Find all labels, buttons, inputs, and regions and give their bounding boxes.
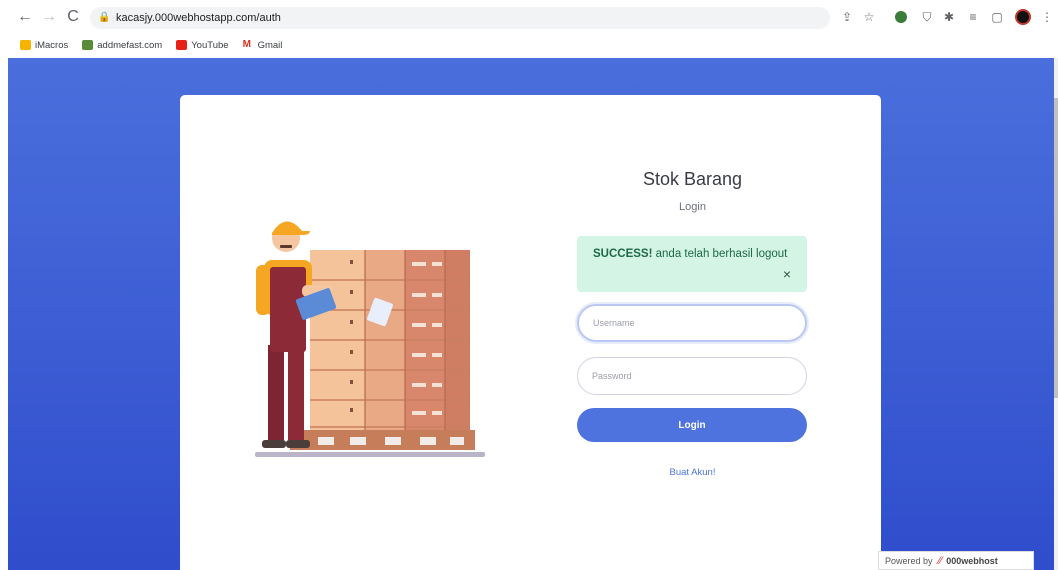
bookmark-youtube[interactable]: YouTube <box>176 39 229 51</box>
password-placeholder: Password <box>592 371 632 381</box>
login-card: Stok Barang Login SUCCESS! anda telah be… <box>180 95 881 570</box>
page-subtitle: Login <box>679 201 706 213</box>
reload-icon[interactable]: C <box>62 6 84 28</box>
alert-message: anda telah berhasil logout <box>652 248 788 260</box>
register-link[interactable]: Buat Akun! <box>580 467 805 478</box>
share-icon[interactable]: ⇪ <box>838 8 856 26</box>
bookmark-label: addmefast.com <box>97 39 163 51</box>
bookmark-label: YouTube <box>191 39 229 51</box>
youtube-icon <box>176 40 188 50</box>
brand-name: 000webhost <box>946 555 998 566</box>
reading-list-icon[interactable]: ≡ <box>964 8 982 26</box>
scrollbar[interactable] <box>1054 58 1058 570</box>
powered-by-badge[interactable]: Powered by ∕∕ 000webhost <box>878 551 1034 570</box>
profile-avatar[interactable] <box>1014 8 1032 26</box>
bookmark-label: Gmail <box>257 39 283 51</box>
scrollbar-thumb[interactable] <box>1054 98 1058 398</box>
close-icon[interactable]: × <box>783 266 791 283</box>
page-background: Stok Barang Login SUCCESS! anda telah be… <box>8 58 1054 570</box>
app-title: Stok Barang <box>642 169 743 189</box>
menu-icon[interactable]: ⋮ <box>1038 8 1056 26</box>
gmail-icon: M <box>242 40 254 50</box>
bookmark-label: iMacros <box>35 39 69 51</box>
warehouse-worker-illustration <box>255 221 485 457</box>
login-button[interactable]: Login <box>577 408 807 442</box>
bookmark-imacros[interactable]: iMacros <box>20 40 68 51</box>
extension-icon[interactable] <box>892 8 910 26</box>
side-panel-icon[interactable]: ▢ <box>988 8 1006 26</box>
username-placeholder: Username <box>593 318 635 328</box>
puzzle-icon[interactable]: ✱ <box>940 8 958 26</box>
browser-toolbar: ← → C 🔒 kacasjy.000webhostapp.com/auth ⇪… <box>0 0 1058 34</box>
bookmark-star-icon[interactable]: ☆ <box>860 8 878 26</box>
address-bar[interactable]: 🔒 kacasjy.000webhostapp.com/auth <box>90 7 830 29</box>
lock-icon: 🔒 <box>98 12 111 23</box>
addmefast-icon <box>82 40 94 50</box>
success-alert: SUCCESS! anda telah berhasil logout × <box>577 236 807 292</box>
password-input[interactable]: Password <box>577 357 807 395</box>
shield-icon[interactable]: ⛉ <box>918 8 936 26</box>
url-text: kacasjy.000webhostapp.com/auth <box>116 12 281 24</box>
bookmark-gmail[interactable]: M Gmail <box>242 39 283 51</box>
back-icon[interactable]: ← <box>14 6 36 28</box>
bookmarks-bar: iMacros addmefast.com YouTube M Gmail <box>0 34 1058 56</box>
bookmark-addmefast[interactable]: addmefast.com <box>82 40 162 51</box>
000webhost-logo-icon: ∕∕ <box>938 554 943 567</box>
folder-icon <box>20 40 31 50</box>
powered-by-text: Powered by <box>885 555 933 566</box>
alert-strong: SUCCESS! <box>593 248 653 260</box>
forward-icon[interactable]: → <box>38 6 60 28</box>
username-input[interactable]: Username <box>577 304 807 342</box>
